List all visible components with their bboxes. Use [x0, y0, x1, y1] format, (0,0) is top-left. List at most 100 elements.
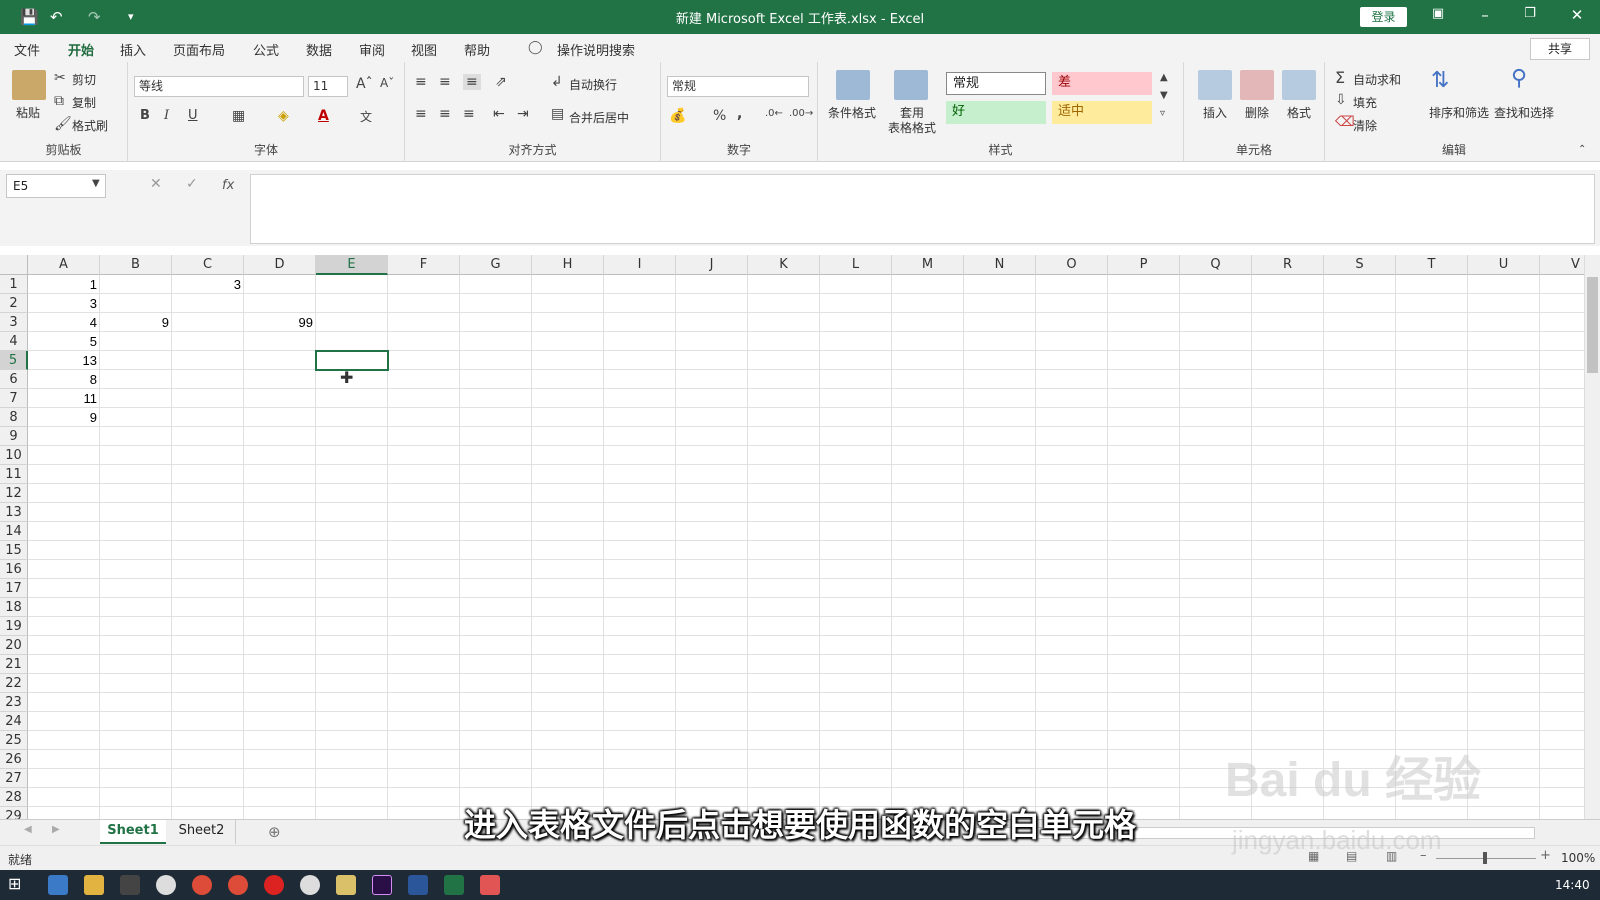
row-header-9[interactable]: 9: [0, 427, 28, 446]
row-header-23[interactable]: 23: [0, 693, 28, 712]
styles-more-icon[interactable]: ▿: [1160, 108, 1165, 119]
increase-decimal-icon[interactable]: .0←: [765, 108, 783, 119]
menu-file[interactable]: 文件: [14, 40, 40, 59]
minimize-icon[interactable]: –: [1470, 6, 1500, 24]
row-header-11[interactable]: 11: [0, 465, 28, 484]
find-select-button[interactable]: 查找和选择: [1494, 104, 1554, 121]
bold-button[interactable]: B: [140, 108, 150, 123]
column-header-P[interactable]: P: [1108, 255, 1180, 275]
zoom-slider-thumb[interactable]: [1483, 852, 1487, 864]
style-normal[interactable]: 常规: [946, 72, 1046, 95]
comma-button[interactable]: ,: [737, 106, 742, 122]
row-header-19[interactable]: 19: [0, 617, 28, 636]
column-header-A[interactable]: A: [28, 255, 100, 275]
taskbar-app-13-icon[interactable]: [480, 875, 500, 895]
paste-icon[interactable]: [12, 70, 46, 100]
row-header-25[interactable]: 25: [0, 731, 28, 750]
menu-page-layout[interactable]: 页面布局: [173, 40, 225, 59]
column-header-N[interactable]: N: [964, 255, 1036, 275]
row-header-13[interactable]: 13: [0, 503, 28, 522]
column-header-C[interactable]: C: [172, 255, 244, 275]
row-header-7[interactable]: 7: [0, 389, 28, 408]
paste-button[interactable]: 粘贴: [16, 104, 40, 121]
netease-music-icon[interactable]: [264, 875, 284, 895]
column-header-O[interactable]: O: [1036, 255, 1108, 275]
scroll-thumb[interactable]: [1587, 277, 1598, 373]
cell-C1[interactable]: 3: [172, 275, 244, 294]
cancel-entry-icon[interactable]: ✕: [150, 176, 162, 192]
collapse-ribbon-icon[interactable]: ⌃: [1578, 144, 1586, 155]
cell-A7[interactable]: 11: [28, 389, 100, 408]
cell-A2[interactable]: 3: [28, 294, 100, 313]
decrease-indent-icon[interactable]: ⇤: [493, 106, 505, 122]
style-good[interactable]: 好: [946, 101, 1046, 124]
menu-review[interactable]: 审阅: [359, 40, 385, 59]
share-button[interactable]: 共享: [1530, 38, 1590, 60]
font-size-dropdown[interactable]: 11: [308, 76, 348, 97]
sort-filter-button[interactable]: 排序和筛选: [1429, 104, 1489, 121]
border-icon[interactable]: ▦: [232, 108, 245, 124]
column-header-S[interactable]: S: [1324, 255, 1396, 275]
increase-indent-icon[interactable]: ⇥: [517, 106, 529, 122]
row-header-5[interactable]: 5: [0, 351, 28, 370]
format-painter-button[interactable]: 格式刷: [72, 117, 108, 134]
align-middle-icon[interactable]: ≡: [439, 74, 451, 90]
column-header-J[interactable]: J: [676, 255, 748, 275]
cell-A4[interactable]: 5: [28, 332, 100, 351]
column-header-M[interactable]: M: [892, 255, 964, 275]
cut-button[interactable]: 剪切: [72, 71, 96, 88]
row-header-27[interactable]: 27: [0, 769, 28, 788]
cell-A5[interactable]: 13: [28, 351, 100, 370]
taskbar-app-8-icon[interactable]: [300, 875, 320, 895]
delete-cells-button[interactable]: 删除: [1245, 104, 1269, 121]
name-box-dropdown-icon[interactable]: ▼: [92, 178, 100, 189]
row-header-1[interactable]: 1: [0, 275, 28, 294]
align-top-icon[interactable]: ≡: [415, 74, 427, 90]
row-header-20[interactable]: 20: [0, 636, 28, 655]
row-header-14[interactable]: 14: [0, 522, 28, 541]
taskbar-app-9-icon[interactable]: [336, 875, 356, 895]
windows-start-icon[interactable]: ⊞: [8, 874, 21, 893]
wrap-text-button[interactable]: 自动换行: [569, 76, 617, 93]
column-header-H[interactable]: H: [532, 255, 604, 275]
column-header-Q[interactable]: Q: [1180, 255, 1252, 275]
fill-button[interactable]: 填充: [1353, 94, 1377, 111]
clear-button[interactable]: 清除: [1353, 117, 1377, 134]
row-header-22[interactable]: 22: [0, 674, 28, 693]
number-format-dropdown[interactable]: 常规: [667, 76, 809, 97]
font-name-dropdown[interactable]: 等线: [134, 76, 304, 97]
ribbon-display-icon[interactable]: ▣: [1423, 6, 1453, 21]
column-header-L[interactable]: L: [820, 255, 892, 275]
column-header-U[interactable]: U: [1468, 255, 1540, 275]
align-right-icon[interactable]: ≡: [463, 106, 475, 122]
formula-input[interactable]: [250, 174, 1595, 244]
decrease-font-icon[interactable]: Aˇ: [380, 76, 394, 90]
excel-taskbar-icon[interactable]: [444, 875, 464, 895]
align-left-icon[interactable]: ≡: [415, 106, 427, 122]
percent-button[interactable]: %: [713, 108, 726, 124]
column-header-V[interactable]: V: [1540, 255, 1584, 275]
format-cells-button[interactable]: 格式: [1287, 104, 1311, 121]
autosum-button[interactable]: 自动求和: [1353, 71, 1401, 88]
column-header-I[interactable]: I: [604, 255, 676, 275]
column-header-E[interactable]: E: [316, 255, 388, 275]
row-header-16[interactable]: 16: [0, 560, 28, 579]
underline-button[interactable]: U: [188, 108, 198, 123]
font-color-icon[interactable]: A: [318, 108, 329, 124]
delete-cells-icon[interactable]: [1240, 70, 1274, 100]
column-header-F[interactable]: F: [388, 255, 460, 275]
row-header-18[interactable]: 18: [0, 598, 28, 617]
insert-function-button[interactable]: fx: [222, 178, 234, 193]
row-header-12[interactable]: 12: [0, 484, 28, 503]
column-header-D[interactable]: D: [244, 255, 316, 275]
tell-me-search[interactable]: 操作说明搜索: [557, 40, 635, 59]
conditional-format-icon[interactable]: [836, 70, 870, 100]
style-neutral[interactable]: 适中: [1052, 101, 1152, 124]
orientation-icon[interactable]: ⇗: [495, 74, 507, 90]
menu-data[interactable]: 数据: [306, 40, 332, 59]
cell-A8[interactable]: 9: [28, 408, 100, 427]
row-header-24[interactable]: 24: [0, 712, 28, 731]
cell-B3[interactable]: 9: [100, 313, 172, 332]
phonetic-icon[interactable]: 文: [360, 108, 372, 125]
row-header-8[interactable]: 8: [0, 408, 28, 427]
